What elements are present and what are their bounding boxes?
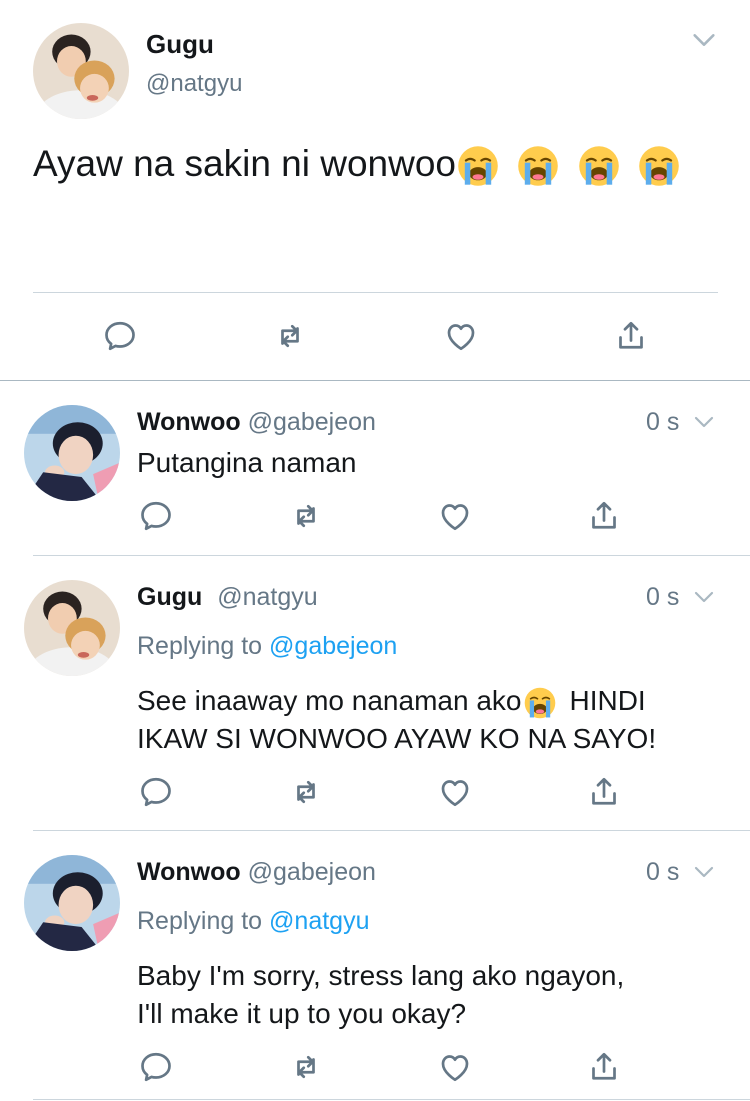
crying-face-icon bbox=[516, 144, 560, 188]
handle[interactable]: @gabejeon bbox=[248, 858, 376, 886]
tweet-text: See inaaway mo nanaman ako HINDI IKAW SI … bbox=[137, 682, 656, 758]
replying-to: Replying to @gabejeon bbox=[137, 632, 397, 661]
retweet-icon[interactable] bbox=[288, 498, 324, 534]
retweet-icon[interactable] bbox=[288, 774, 324, 810]
divider bbox=[33, 830, 750, 831]
chevron-down-icon[interactable] bbox=[690, 860, 718, 884]
tweet-text-line: See inaaway mo nanaman ako bbox=[137, 685, 522, 716]
avatar[interactable] bbox=[24, 580, 120, 676]
chevron-down-icon[interactable] bbox=[690, 410, 718, 434]
like-icon[interactable] bbox=[437, 774, 473, 810]
crying-face-icon bbox=[523, 686, 557, 720]
retweet-icon[interactable] bbox=[272, 318, 308, 354]
display-name[interactable]: Wonwoo bbox=[137, 858, 241, 886]
reply-icon[interactable] bbox=[102, 318, 138, 354]
divider bbox=[33, 1099, 750, 1100]
reply-header: Wonwoo @gabejeon bbox=[137, 408, 376, 437]
tweet-text: Putangina naman bbox=[137, 447, 357, 478]
share-icon[interactable] bbox=[586, 498, 622, 534]
timestamp: 0 s bbox=[646, 408, 680, 436]
tweet-text: Ayaw na sakin ni wonwoo bbox=[33, 140, 681, 188]
reply-header: Wonwoo @gabejeon bbox=[137, 858, 376, 887]
replying-label: Replying to bbox=[137, 907, 263, 935]
mention-link[interactable]: @natgyu bbox=[269, 907, 369, 935]
replying-to: Replying to @natgyu bbox=[137, 907, 369, 936]
tweet-text-line: IKAW SI WONWOO AYAW KO NA SAYO! bbox=[137, 723, 657, 754]
tweet-text-line: I'll make it up to you okay? bbox=[137, 998, 467, 1029]
reply-header: Gugu @natgyu bbox=[137, 583, 318, 612]
crying-face-icon bbox=[577, 144, 621, 188]
share-icon[interactable] bbox=[613, 318, 649, 354]
replying-label: Replying to bbox=[137, 632, 263, 660]
crying-face-icon bbox=[456, 144, 500, 188]
tweet-text-body: Ayaw na sakin ni wonwoo bbox=[33, 143, 457, 184]
like-icon[interactable] bbox=[437, 1049, 473, 1085]
handle[interactable]: @natgyu bbox=[217, 583, 317, 611]
display-name[interactable]: Gugu bbox=[146, 29, 214, 60]
avatar[interactable] bbox=[24, 405, 120, 501]
like-icon[interactable] bbox=[443, 318, 479, 354]
divider bbox=[33, 555, 750, 556]
crying-face-icon bbox=[637, 144, 681, 188]
chevron-down-icon[interactable] bbox=[690, 585, 718, 609]
tweet-text: Baby I'm sorry, stress lang ako ngayon, … bbox=[137, 957, 624, 1033]
avatar[interactable] bbox=[24, 855, 120, 951]
section-divider bbox=[0, 380, 750, 381]
retweet-icon[interactable] bbox=[288, 1049, 324, 1085]
handle[interactable]: @gabejeon bbox=[248, 408, 376, 436]
share-icon[interactable] bbox=[586, 1049, 622, 1085]
share-icon[interactable] bbox=[586, 774, 622, 810]
reply-icon[interactable] bbox=[138, 774, 174, 810]
like-icon[interactable] bbox=[437, 498, 473, 534]
timestamp: 0 s bbox=[646, 583, 680, 611]
tweet-text-line: Baby I'm sorry, stress lang ako ngayon, bbox=[137, 960, 625, 991]
timestamp: 0 s bbox=[646, 858, 680, 886]
handle[interactable]: @natgyu bbox=[146, 70, 242, 98]
display-name[interactable]: Wonwoo bbox=[137, 408, 241, 436]
divider bbox=[33, 292, 718, 293]
display-name[interactable]: Gugu bbox=[137, 583, 202, 611]
mention-link[interactable]: @gabejeon bbox=[269, 632, 397, 660]
reply-icon[interactable] bbox=[138, 498, 174, 534]
chevron-down-icon[interactable] bbox=[688, 26, 720, 54]
tweet-text-line: HINDI bbox=[569, 685, 646, 716]
avatar[interactable] bbox=[33, 23, 129, 119]
reply-icon[interactable] bbox=[138, 1049, 174, 1085]
